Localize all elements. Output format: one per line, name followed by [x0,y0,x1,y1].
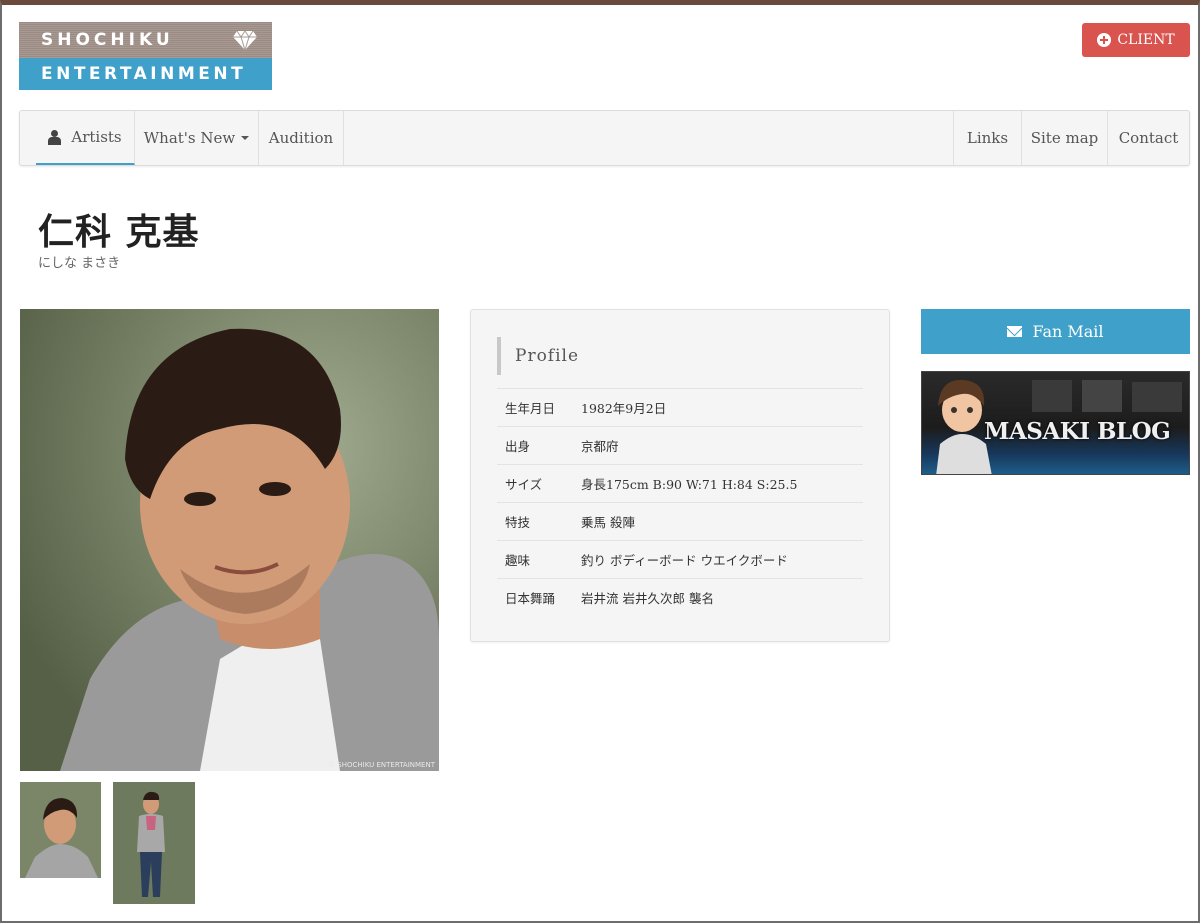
nav-label: Audition [268,129,334,147]
profile-panel: Profile 生年月日 1982年9月2日 出身 京都府 サイズ 身長175c… [470,309,890,642]
profile-table: 生年月日 1982年9月2日 出身 京都府 サイズ 身長175cm B:90 W… [497,388,863,616]
artist-main-photo[interactable]: © SHOCHIKU ENTERTAINMENT [20,309,439,771]
thumbnail-image [20,782,101,878]
logo-top-text: SHOCHIKU [41,30,174,50]
profile-row: 出身 京都府 [497,426,863,464]
nav-item-links[interactable]: Links [953,111,1021,165]
client-button-label: CLIENT [1117,32,1175,48]
artist-name-kana: にしな まさき [38,256,121,271]
logo-bottom-text: ENTERTAINMENT [41,64,247,84]
profile-value: 京都府 [581,439,619,454]
nav-item-audition[interactable]: Audition [259,111,344,165]
blog-banner[interactable]: MASAKI BLOG [921,371,1190,475]
profile-row: サイズ 身長175cm B:90 W:71 H:84 S:25.5 [497,464,863,502]
nav-item-artists[interactable]: Artists [36,111,135,165]
profile-value: 1982年9月2日 [581,401,667,416]
profile-key: サイズ [505,477,543,492]
site-logo[interactable]: SHOCHIKU ENTERTAINMENT [19,22,272,90]
photo-copyright: © SHOCHIKU ENTERTAINMENT [328,761,435,769]
client-button[interactable]: CLIENT [1082,23,1190,57]
profile-row: 日本舞踊 岩井流 岩井久次郎 襲名 [497,578,863,616]
photo-thumbnail[interactable] [113,782,195,904]
person-icon [48,129,62,145]
nav-label: Site map [1030,129,1099,147]
profile-value: 身長175cm B:90 W:71 H:84 S:25.5 [581,477,798,492]
envelope-icon [1007,326,1023,337]
diamond-icon [233,30,257,51]
logo-bottom-band: ENTERTAINMENT [19,58,272,90]
nav-item-site-map[interactable]: Site map [1021,111,1107,165]
artist-name: 仁科 克基 [38,211,200,253]
nav-item-contact[interactable]: Contact [1107,111,1189,165]
profile-value: 岩井流 岩井久次郎 襲名 [581,591,714,606]
nav-label: Contact [1118,129,1179,147]
blog-banner-title: MASAKI BLOG [984,418,1171,445]
portrait-illustration [20,309,439,771]
profile-row: 生年月日 1982年9月2日 [497,388,863,426]
plus-circle-icon [1097,33,1112,47]
nav-label: What's New [143,129,236,147]
thumbnail-image [113,782,195,904]
profile-key: 特技 [505,515,531,530]
profile-row: 趣味 釣り ボディーボード ウエイクボード [497,540,863,578]
profile-value: 乗馬 殺陣 [581,515,635,530]
nav-label: Links [966,129,1009,147]
main-navbar: Artists What's New Audition Links Site m… [19,110,1190,166]
profile-row: 特技 乗馬 殺陣 [497,502,863,540]
fan-mail-label: Fan Mail [1032,322,1104,341]
caret-down-icon [241,136,250,140]
profile-value: 釣り ボディーボード ウエイクボード [581,553,788,568]
profile-key: 生年月日 [505,401,556,416]
profile-heading: Profile [497,337,579,375]
profile-key: 趣味 [505,553,531,568]
nav-item-whats-new[interactable]: What's New [135,111,259,165]
fan-mail-button[interactable]: Fan Mail [921,309,1190,354]
photo-thumbnail[interactable] [20,782,101,878]
profile-key: 出身 [505,439,531,454]
nav-label: Artists [71,128,122,146]
profile-key: 日本舞踊 [505,591,556,606]
